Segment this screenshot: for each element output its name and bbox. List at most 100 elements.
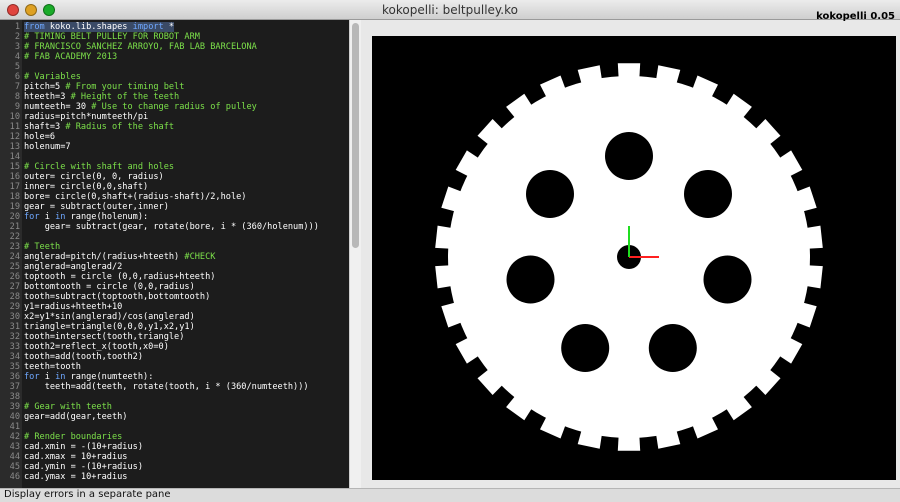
code-line[interactable]: holenum=7: [24, 142, 71, 152]
line-number: 7: [14, 82, 20, 92]
line-number: 26: [9, 272, 20, 282]
code-comment: # TIMING BELT PULLEY FOR ROBOT ARM: [24, 32, 200, 42]
code-comment: #CHECK: [184, 252, 216, 262]
code-line[interactable]: # FRANCISCO SANCHEZ ARROYO, FAB LAB BARC…: [24, 42, 257, 52]
code-line[interactable]: hole=6: [24, 132, 55, 142]
code-line[interactable]: cad.xmin = -(10+radius): [24, 442, 143, 452]
code-line[interactable]: triangle=triangle(0,0,0,y1,x2,y1): [24, 322, 195, 332]
line-number: 12: [9, 132, 20, 142]
code-line[interactable]: cad.xmax = 10+radius: [24, 452, 127, 462]
line-number: 6: [14, 72, 20, 82]
code-text: teeth=add(teeth, rotate(tooth, i * (360/…: [24, 382, 309, 392]
code-text: bottomtooth = circle (0,0,radius): [24, 282, 195, 292]
code-line[interactable]: pitch=5 # From your timing belt: [24, 82, 184, 92]
code-text: tooth2=reflect_x(tooth,x0=0): [24, 342, 169, 352]
line-number: 24: [9, 252, 20, 262]
code-line[interactable]: for i in range(holenum):: [24, 212, 148, 222]
code-line[interactable]: bottomtooth = circle (0,0,radius): [24, 282, 195, 292]
code-line[interactable]: teeth=add(teeth, rotate(tooth, i * (360/…: [24, 382, 309, 392]
code-line[interactable]: tooth=intersect(tooth,triangle): [24, 332, 184, 342]
code-line[interactable]: # Variables: [24, 72, 81, 82]
line-number: 43: [9, 442, 20, 452]
code-line[interactable]: cad.ymin = -(10+radius): [24, 462, 143, 472]
code-text: cad.xmin = -(10+radius): [24, 442, 143, 452]
code-text: teeth=tooth: [24, 362, 81, 372]
code-line[interactable]: x2=y1*sin(anglerad)/cos(anglerad): [24, 312, 195, 322]
code-line[interactable]: # Render boundaries: [24, 432, 122, 442]
code-text: cad.ymin = -(10+radius): [24, 462, 143, 472]
pulley-hole: [703, 255, 752, 304]
code-line[interactable]: radius=pitch*numteeth/pi: [24, 112, 148, 122]
code-text: i: [39, 372, 56, 382]
code-line[interactable]: inner= circle(0,0,shaft): [24, 182, 148, 192]
code-keyword: in: [55, 372, 66, 382]
line-number: 18: [9, 192, 20, 202]
line-number: 36: [9, 372, 20, 382]
code-line[interactable]: shaft=3 # Radius of the shaft: [24, 122, 174, 132]
code-comment: # From your timing belt: [65, 82, 185, 92]
code-text: hteeth=3: [24, 92, 71, 102]
code-comment: # Height of the teeth: [70, 92, 180, 102]
code-line[interactable]: tooth=subtract(toptooth,bottomtooth): [24, 292, 210, 302]
code-line[interactable]: gear=add(gear,teeth): [24, 412, 127, 422]
line-number-gutter: 1 2 3 4 5 6 7 8 9 10 11 12 13 14 15 16 17 18 19 20 21 22 23 24 2…: [0, 20, 22, 488]
code-line[interactable]: hteeth=3 # Height of the teeth: [24, 92, 179, 102]
code-keyword: for: [24, 212, 40, 222]
code-line[interactable]: for i in range(numteeth):: [24, 372, 153, 382]
code-line[interactable]: # TIMING BELT PULLEY FOR ROBOT ARM: [24, 32, 200, 42]
line-number: 29: [9, 302, 20, 312]
code-line[interactable]: # Teeth: [24, 242, 60, 252]
code-text: numteeth= 30: [24, 102, 92, 112]
code-keyword: from: [24, 22, 45, 32]
pulley-tooth: [617, 63, 641, 80]
line-number: 30: [9, 312, 20, 322]
code-text: pitch=5: [24, 82, 66, 92]
line-number: 14: [9, 152, 20, 162]
code-line[interactable]: bore= circle(0,shaft+(radius-shaft)/2,ho…: [24, 192, 246, 202]
line-number: 34: [9, 352, 20, 362]
pulley-tooth: [617, 434, 641, 451]
line-number: 15: [9, 162, 20, 172]
code-text: gear= subtract(gear, rotate(bore, i * (3…: [24, 222, 319, 232]
line-number: 22: [9, 232, 20, 242]
code-editor[interactable]: 1 2 3 4 5 6 7 8 9 10 11 12 13 14 15 16 17 18 19 20 21 22 23 24 2…: [0, 20, 361, 488]
code-line[interactable]: from koko.lib.shapes import *: [24, 22, 175, 32]
code-line[interactable]: anglerad=anglerad/2: [24, 262, 122, 272]
scrollbar-thumb[interactable]: [352, 23, 359, 248]
line-number: 17: [9, 182, 20, 192]
editor-scrollbar[interactable]: [349, 20, 361, 488]
code-line[interactable]: anglerad=pitch/(radius+hteeth) #CHECK: [24, 252, 215, 262]
code-line[interactable]: tooth2=reflect_x(tooth,x0=0): [24, 342, 169, 352]
code-line[interactable]: teeth=tooth: [24, 362, 81, 372]
code-line[interactable]: y1=radius+hteeth+10: [24, 302, 122, 312]
rendered-pulley: [435, 63, 823, 451]
code-keyword: import: [132, 22, 164, 32]
code-line[interactable]: tooth=add(tooth,tooth2): [24, 352, 143, 362]
pulley-tooth: [804, 225, 823, 249]
line-number: 42: [9, 432, 20, 442]
status-text[interactable]: Display errors in a separate pane: [4, 489, 171, 500]
code-line[interactable]: outer= circle(0, 0, radius): [24, 172, 164, 182]
code-text: i: [39, 212, 56, 222]
pulley-hole: [684, 170, 732, 218]
line-number: 3: [14, 42, 20, 52]
code-line[interactable]: toptooth = circle (0,0,radius+hteeth): [24, 272, 215, 282]
code-line[interactable]: gear = subtract(outer,inner): [24, 202, 169, 212]
code-comment: # FAB ACADEMY 2013: [24, 52, 118, 62]
code-line[interactable]: # Gear with teeth: [24, 402, 112, 412]
code-line[interactable]: cad.ymax = 10+radius: [24, 472, 127, 482]
code-text: radius=pitch*numteeth/pi: [24, 112, 149, 122]
line-number: 9: [14, 102, 20, 112]
code-line[interactable]: # FAB ACADEMY 2013: [24, 52, 117, 62]
line-number: 4: [14, 52, 20, 62]
pulley-hole: [605, 132, 653, 180]
code-comment: # Render boundaries: [24, 432, 123, 442]
code-line[interactable]: numteeth= 30 # Use to change radius of p…: [24, 102, 257, 112]
line-number: 10: [9, 112, 20, 122]
code-line[interactable]: gear= subtract(gear, rotate(bore, i * (3…: [24, 222, 319, 232]
code-keyword: in: [55, 212, 66, 222]
line-number: 20: [9, 212, 20, 222]
render-viewport[interactable]: [372, 36, 896, 480]
code-line[interactable]: # Circle with shaft and holes: [24, 162, 174, 172]
pulley-tooth: [435, 225, 454, 249]
